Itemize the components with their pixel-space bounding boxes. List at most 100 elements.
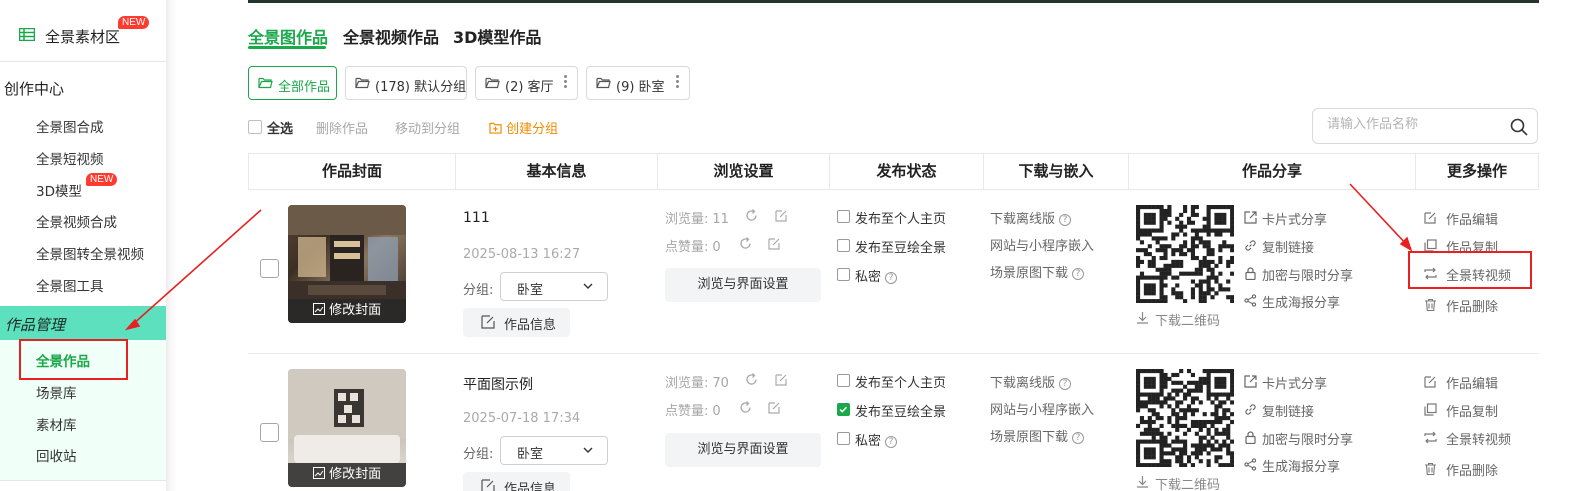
publish-checkbox-checked[interactable] xyxy=(837,403,850,416)
work-cover-image[interactable]: 修改封面 xyxy=(288,369,406,487)
work-cover-image[interactable]: 修改封面 xyxy=(288,205,406,323)
qr-module xyxy=(1136,228,1141,233)
qr-module xyxy=(1190,419,1195,425)
group-bedroom-button[interactable]: (9) 卧室 xyxy=(586,66,690,100)
likes-label: 点赞量: xyxy=(665,404,709,419)
publish-checkbox[interactable] xyxy=(837,239,850,252)
sidebar-item-3d-model[interactable]: 3D模型 NEW xyxy=(36,173,118,200)
publish-checkbox[interactable] xyxy=(837,374,850,387)
qr-module xyxy=(1139,400,1145,405)
qr-module xyxy=(1136,376,1141,381)
table-header: 作品封面 基本信息 浏览设置 发布状态 下载与嵌入 作品分享 更多操作 xyxy=(248,153,1539,190)
select-all-checkbox[interactable] xyxy=(248,120,262,134)
download-offline-link[interactable]: 下载离线版? xyxy=(990,372,1072,391)
refresh-icon[interactable] xyxy=(739,401,752,414)
row-checkbox[interactable] xyxy=(260,423,279,442)
delete-works-button[interactable]: 删除作品 xyxy=(316,118,368,137)
publish-checkbox[interactable] xyxy=(837,432,850,445)
search-icon[interactable] xyxy=(1510,118,1528,136)
sidebar-item-recycle-bin[interactable]: 回收站 xyxy=(36,445,77,465)
work-info-button[interactable]: 作品信息 xyxy=(463,472,570,491)
qr-module xyxy=(1222,384,1227,389)
group-all-button[interactable]: 全部作品 xyxy=(248,66,337,100)
group-select[interactable]: 卧室 xyxy=(500,436,608,465)
qr-module xyxy=(1171,232,1176,237)
sidebar-item-short-video[interactable]: 全景短视频 xyxy=(36,148,104,168)
column-header: 更多操作 xyxy=(1415,154,1538,189)
sidebar-item-scene-library[interactable]: 场景库 xyxy=(36,382,77,402)
qr-module xyxy=(1136,384,1141,389)
column-header: 浏览设置 xyxy=(657,154,829,189)
edit-icon[interactable] xyxy=(768,237,781,250)
group-default-button[interactable]: (178) 默认分组 xyxy=(345,66,467,100)
tab-3d-model-works[interactable]: 3D模型作品 xyxy=(453,24,541,48)
qr-module xyxy=(1143,232,1148,237)
qr-module xyxy=(1230,388,1234,393)
create-group-button[interactable]: 创建分组 xyxy=(489,118,558,137)
refresh-icon[interactable] xyxy=(745,209,758,222)
download-original-link[interactable]: 场景原图下载? xyxy=(990,262,1085,281)
qr-module xyxy=(1163,248,1168,253)
qr-module xyxy=(1136,232,1141,237)
tab-panorama-video-works[interactable]: 全景视频作品 xyxy=(343,24,439,48)
download-original-link[interactable]: 场景原图下载? xyxy=(990,426,1085,445)
search-input[interactable] xyxy=(1327,117,1507,132)
search-box[interactable] xyxy=(1312,108,1538,144)
refresh-icon[interactable] xyxy=(739,237,752,250)
move-to-group-button[interactable]: 移动到分组 xyxy=(395,118,460,137)
browse-settings-button[interactable]: 浏览与界面设置 xyxy=(665,433,821,467)
help-icon[interactable]: ? xyxy=(1059,378,1072,390)
more-vertical-icon[interactable] xyxy=(676,73,680,90)
edit-cover-button[interactable]: 修改封面 xyxy=(288,463,406,487)
group-living-room-button[interactable]: (2) 客厅 xyxy=(475,66,578,100)
browse-settings-button[interactable]: 浏览与界面设置 xyxy=(665,268,821,302)
qr-module xyxy=(1210,205,1215,210)
sidebar-item-panorama-compose[interactable]: 全景图合成 xyxy=(36,116,104,136)
help-icon[interactable]: ? xyxy=(885,436,898,448)
edit-cover-button[interactable]: 修改封面 xyxy=(288,299,406,323)
edit-icon[interactable] xyxy=(775,373,788,386)
publish-checkbox[interactable] xyxy=(837,268,850,281)
top-banner xyxy=(248,0,1539,3)
sidebar-item-image-to-video[interactable]: 全景图转全景视频 xyxy=(36,243,144,263)
more-vertical-icon[interactable] xyxy=(564,73,568,90)
sidebar-item-video-compose[interactable]: 全景视频合成 xyxy=(36,211,117,231)
qr-module xyxy=(1230,259,1234,264)
embed-link[interactable]: 网站与小程序嵌入 xyxy=(990,235,1094,254)
section-title-manage[interactable]: 作品管理 xyxy=(0,306,166,340)
edit-icon[interactable] xyxy=(775,209,788,222)
qr-module xyxy=(1206,259,1211,264)
help-icon[interactable]: ? xyxy=(1059,214,1072,226)
embed-link[interactable]: 网站与小程序嵌入 xyxy=(990,399,1094,418)
sidebar-item-asset-library[interactable]: 素材库 xyxy=(36,414,77,434)
qr-module xyxy=(1136,283,1141,288)
work-info-button[interactable]: 作品信息 xyxy=(463,308,570,337)
qr-module xyxy=(1136,455,1141,460)
select-all-label[interactable]: 全选 xyxy=(267,118,293,137)
help-icon[interactable]: ? xyxy=(1072,268,1085,280)
qr-module xyxy=(1179,380,1184,385)
qr-module xyxy=(1163,396,1168,401)
tab-panorama-works[interactable]: 全景图作品 xyxy=(248,24,328,48)
qr-module xyxy=(1143,380,1148,385)
qr-module xyxy=(1194,244,1199,249)
sidebar-item-panorama-tools[interactable]: 全景图工具 xyxy=(36,275,104,295)
edit-icon xyxy=(1424,212,1436,224)
group-select[interactable]: 卧室 xyxy=(500,272,608,301)
qr-module xyxy=(1190,236,1195,241)
publish-checkbox[interactable] xyxy=(837,210,850,223)
help-icon[interactable]: ? xyxy=(885,272,898,284)
sidebar-item-material[interactable]: 全景素材区 NEW xyxy=(0,10,166,62)
qr-module xyxy=(1171,287,1176,292)
publish-label: 私密 xyxy=(855,270,882,285)
qr-module xyxy=(1190,244,1195,249)
qr-module xyxy=(1214,439,1219,444)
refresh-icon[interactable] xyxy=(745,373,758,386)
row-checkbox[interactable] xyxy=(260,259,279,278)
qr-module xyxy=(1179,463,1184,467)
qr-module xyxy=(1194,443,1199,448)
edit-icon[interactable] xyxy=(768,401,781,414)
help-icon[interactable]: ? xyxy=(1072,432,1085,444)
download-offline-link[interactable]: 下载离线版? xyxy=(990,208,1072,227)
qr-module xyxy=(1175,435,1180,440)
